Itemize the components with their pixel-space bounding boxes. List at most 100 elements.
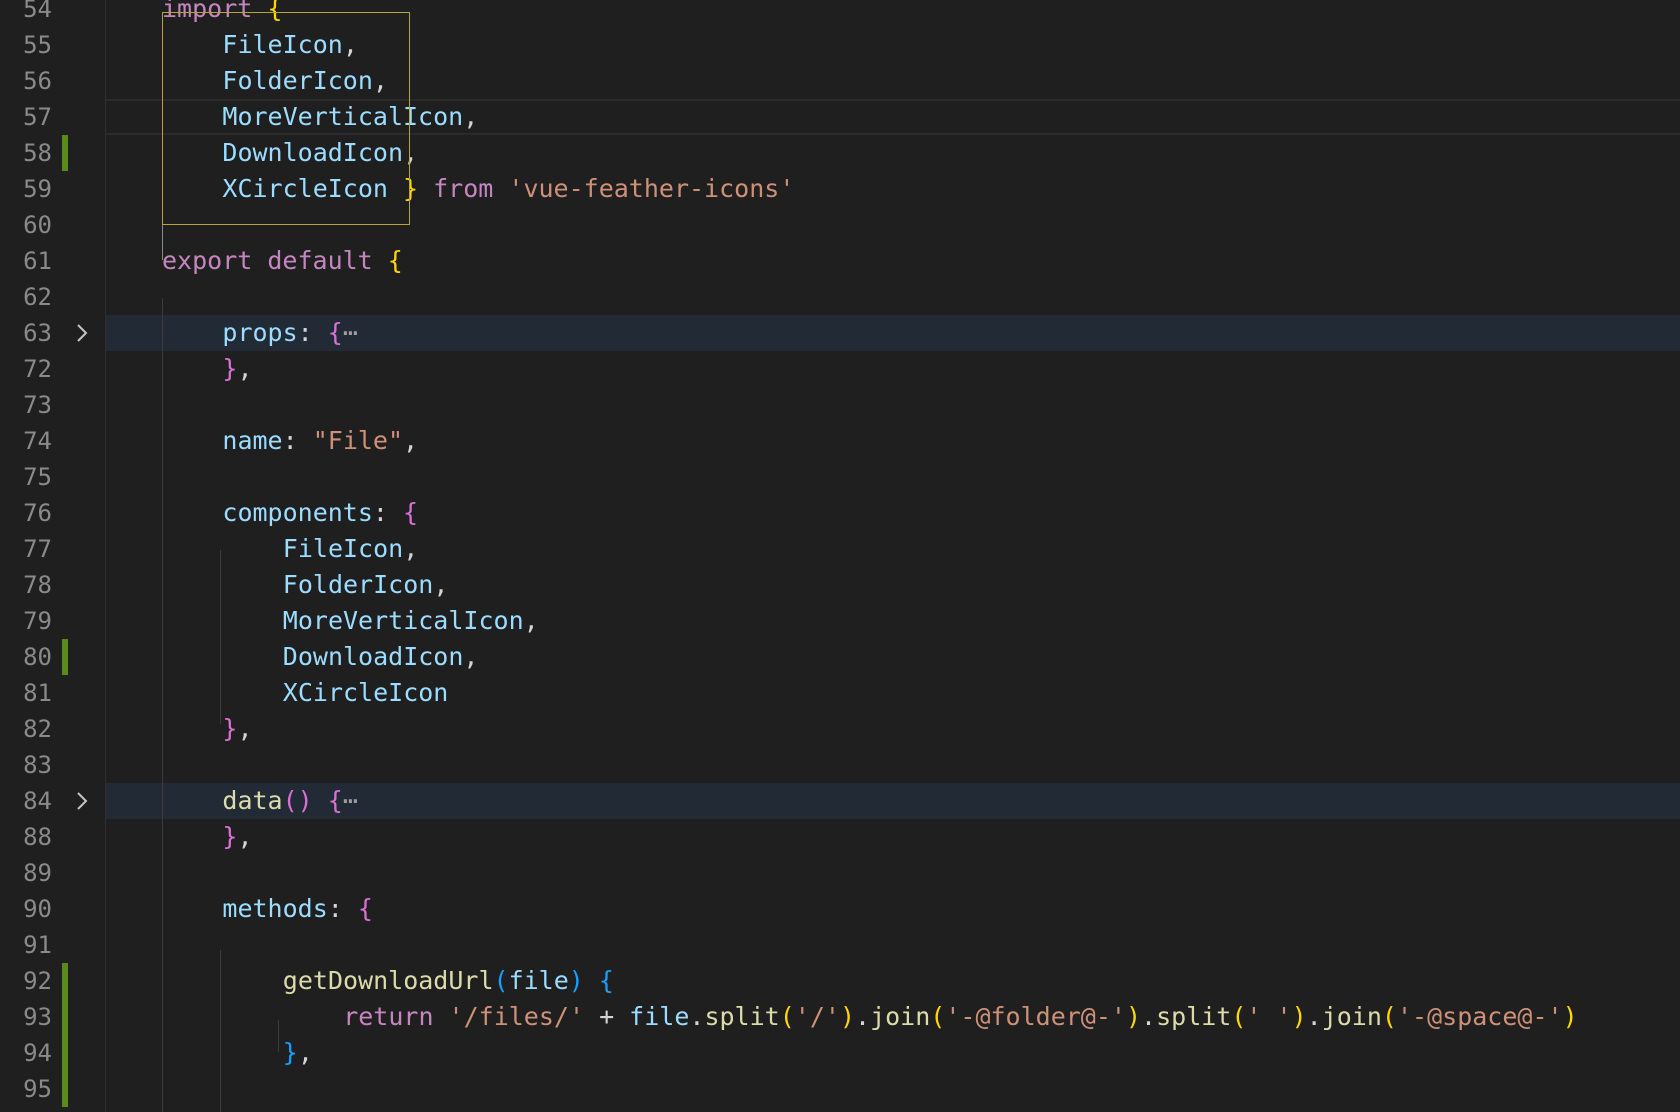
code-text: export default { xyxy=(162,243,403,279)
code-token: : xyxy=(297,318,328,347)
code-text: components: { xyxy=(222,495,418,531)
code-line[interactable]: 73 xyxy=(0,387,1680,423)
git-added-marker[interactable] xyxy=(62,1035,68,1071)
code-text: }, xyxy=(283,1035,313,1071)
indent-guide xyxy=(162,298,163,1112)
code-token: , xyxy=(237,354,253,383)
chevron-right-icon[interactable] xyxy=(72,323,92,343)
line-number: 79 xyxy=(23,607,52,635)
code-token: . xyxy=(855,1002,871,1031)
code-line[interactable]: 62 xyxy=(0,279,1680,315)
code-token: FolderIcon xyxy=(282,570,434,599)
code-line[interactable]: 89 xyxy=(0,855,1680,891)
code-text: DownloadIcon, xyxy=(283,639,479,675)
code-token: } xyxy=(282,1038,298,1067)
code-token: ( xyxy=(779,1002,795,1031)
code-text: FileIcon, xyxy=(283,531,418,567)
line-number: 56 xyxy=(23,67,52,95)
code-token: } xyxy=(222,714,238,743)
code-line[interactable]: 88}, xyxy=(0,819,1680,855)
code-token: { xyxy=(387,246,403,275)
code-text: methods: { xyxy=(222,891,373,927)
code-token: : xyxy=(372,498,404,527)
code-line[interactable]: 72}, xyxy=(0,351,1680,387)
code-line[interactable]: 81 XCircleIcon xyxy=(0,675,1680,711)
git-added-marker[interactable] xyxy=(62,963,68,999)
code-token: getDownloadUrl xyxy=(282,966,494,995)
code-line[interactable]: 77 FileIcon, xyxy=(0,531,1680,567)
code-line[interactable]: 83 xyxy=(0,747,1680,783)
code-token: : xyxy=(327,894,358,923)
git-added-marker[interactable] xyxy=(62,1071,68,1107)
code-line[interactable]: 63 props: {⋯ xyxy=(0,315,1680,351)
code-token: props xyxy=(222,318,298,347)
code-token: ) xyxy=(1291,1002,1307,1031)
line-number: 60 xyxy=(23,211,52,239)
code-token: join xyxy=(870,1002,931,1031)
code-line[interactable]: 82}, xyxy=(0,711,1680,747)
code-line[interactable]: 93 return '/files/' + file.split('/').joi… xyxy=(0,999,1680,1035)
code-token: , xyxy=(237,822,253,851)
code-line[interactable]: 74 name: "File", xyxy=(0,423,1680,459)
code-line[interactable]: 79 MoreVerticalIcon, xyxy=(0,603,1680,639)
code-token: join xyxy=(1321,1002,1382,1031)
line-number: 89 xyxy=(23,859,52,887)
line-number: 77 xyxy=(23,535,52,563)
line-number: 54 xyxy=(23,0,52,23)
code-line[interactable]: 80 DownloadIcon, xyxy=(0,639,1680,675)
code-token: . xyxy=(1306,1002,1322,1031)
code-token: 'vue-feather-icons' xyxy=(508,174,795,203)
code-token: file xyxy=(508,966,569,995)
code-token: { xyxy=(357,894,373,923)
code-token: ) xyxy=(1562,1002,1578,1031)
code-token: ⋯ xyxy=(342,786,358,815)
code-token: file xyxy=(629,1002,690,1031)
chevron-right-icon[interactable] xyxy=(72,791,92,811)
code-text: }, xyxy=(222,819,252,855)
code-line[interactable]: 92 getDownloadUrl(file) { xyxy=(0,963,1680,999)
code-text: return '/files/' + file.split('/').join(… xyxy=(343,999,1577,1035)
code-text: MoreVerticalIcon, xyxy=(283,603,539,639)
line-number: 76 xyxy=(23,499,52,527)
code-token: default xyxy=(267,246,388,275)
code-token: '-@space@-' xyxy=(1396,1002,1563,1031)
code-token: from xyxy=(418,174,509,203)
code-line[interactable]: 61 export default { xyxy=(0,243,1680,279)
indent-guide xyxy=(220,550,221,724)
code-token: , xyxy=(463,642,479,671)
code-token: , xyxy=(433,570,449,599)
indent-guide xyxy=(278,1020,279,1052)
code-line[interactable]: 95 xyxy=(0,1071,1680,1107)
code-token: , xyxy=(237,714,253,743)
code-editor[interactable]: 54 import {55 FileIcon, 56 FolderIcon, 57 More… xyxy=(0,0,1680,1112)
line-number: 93 xyxy=(23,1003,52,1031)
code-line[interactable]: 78 FolderIcon, xyxy=(0,567,1680,603)
code-token: { xyxy=(327,318,343,347)
code-token: DownloadIcon xyxy=(282,642,464,671)
git-added-marker[interactable] xyxy=(62,135,68,171)
line-number: 72 xyxy=(23,355,52,383)
code-text: props: {⋯ xyxy=(222,315,358,351)
code-line[interactable]: 90 methods: { xyxy=(0,891,1680,927)
code-token: , xyxy=(297,1038,313,1067)
code-token: { xyxy=(598,966,614,995)
code-token: ⋯ xyxy=(342,318,358,347)
code-token: , xyxy=(523,606,539,635)
line-number: 91 xyxy=(23,931,52,959)
git-added-marker[interactable] xyxy=(62,639,68,675)
code-line[interactable]: 76 components: { xyxy=(0,495,1680,531)
line-number: 84 xyxy=(23,787,52,815)
code-text: XCircleIcon xyxy=(283,675,449,711)
code-token: MoreVerticalIcon xyxy=(282,606,524,635)
line-number: 55 xyxy=(23,31,52,59)
code-token: '/files/' xyxy=(448,1002,585,1031)
code-token: '-@folder@-' xyxy=(945,1002,1126,1031)
code-token: ) xyxy=(1125,1002,1142,1031)
code-line[interactable]: 84 data() {⋯ xyxy=(0,783,1680,819)
bracket-match-highlight xyxy=(162,12,410,225)
code-line[interactable]: 91 xyxy=(0,927,1680,963)
code-line[interactable]: 94}, xyxy=(0,1035,1680,1071)
code-line[interactable]: 75 xyxy=(0,459,1680,495)
git-added-marker[interactable] xyxy=(62,999,68,1035)
